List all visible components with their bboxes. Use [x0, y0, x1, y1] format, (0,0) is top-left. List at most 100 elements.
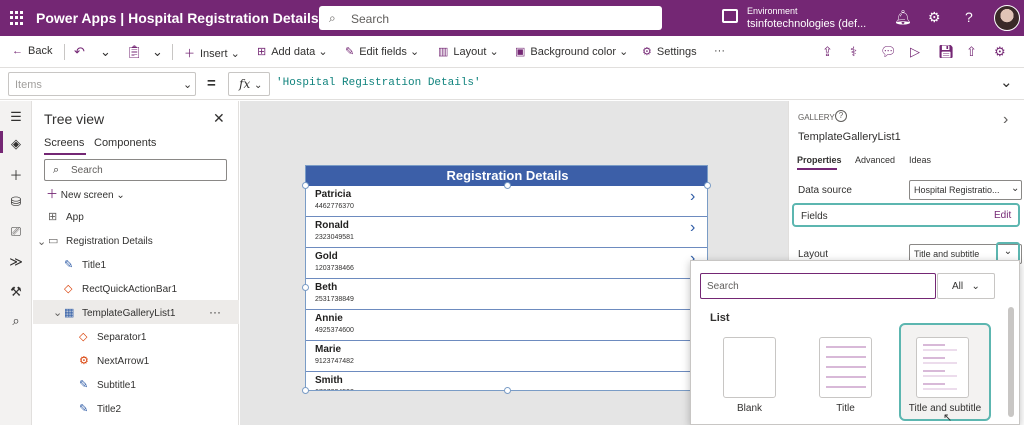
comment-icon[interactable]: 💬︎ [880, 44, 897, 60]
insert-icon[interactable]: ＋ [6, 165, 26, 184]
settings-button[interactable]: ⚙ Settings [642, 45, 697, 58]
property-dropdown[interactable]: Items ⌄ [8, 72, 196, 96]
image-icon: ▣ [515, 46, 526, 58]
publish-icon[interactable]: ⇧ [966, 44, 977, 60]
list-item[interactable]: Beth 2531738849 › [306, 279, 707, 310]
chevron-right-icon[interactable]: › [1003, 111, 1008, 129]
tab-ideas[interactable]: Ideas [909, 155, 931, 165]
tools-icon[interactable]: ⚒ [6, 284, 26, 300]
fields-edit-link[interactable]: Edit [994, 210, 1011, 221]
list-item[interactable]: Gold 1203738466 › [306, 248, 707, 279]
tree-item-screen[interactable]: Registration Details [66, 236, 153, 247]
data-source-dropdown[interactable]: Hospital Registratio... [909, 180, 1022, 200]
tab-properties[interactable]: Properties [797, 155, 842, 165]
media-icon[interactable]: ⎚ [6, 224, 26, 240]
list-item[interactable]: Ronald 2323049581 › [306, 217, 707, 248]
save-icon[interactable]: 💾︎ [938, 44, 955, 60]
tree-item-rect[interactable]: RectQuickActionBar1 [82, 284, 177, 295]
help-icon[interactable]: ? [835, 110, 847, 122]
plus-icon: ＋ [184, 48, 195, 60]
chevron-down-icon[interactable]: ⌄ [53, 306, 62, 319]
resize-handle[interactable] [302, 284, 309, 291]
list-item[interactable]: Annie 4925374600 › [306, 310, 707, 341]
tree-item-app[interactable]: App [66, 212, 84, 223]
layout-option-title[interactable] [819, 337, 872, 398]
tree-item-subtitle[interactable]: Subtitle1 [97, 380, 136, 391]
scrollbar[interactable] [1008, 307, 1014, 417]
background-color-label: Background color [530, 46, 617, 58]
undo-icon[interactable]: ↶ [74, 44, 85, 60]
chevron-down-icon[interactable]: ⌄ [100, 44, 111, 60]
tree-search-input[interactable]: ⌕ Search [44, 159, 227, 181]
layout-button[interactable]: ▥ Layout ⌄ [438, 45, 499, 58]
environment-name[interactable]: tsinfotechnologies (def... [747, 18, 866, 30]
layout-search-input[interactable]: Search [700, 273, 936, 299]
fields-row[interactable]: Fields Edit [792, 203, 1020, 227]
paste-icon[interactable]: 📋︎ [126, 44, 143, 60]
app-checker-icon[interactable]: ⚕ [850, 44, 857, 60]
divider [172, 44, 173, 60]
tab-components[interactable]: Components [94, 137, 156, 149]
app-settings-icon[interactable]: ⚙ [994, 44, 1006, 60]
row-subtitle: 1203738466 [315, 265, 354, 272]
list-item[interactable]: Patricia 4462776370 › [306, 186, 707, 217]
row-subtitle: 9123747482 [315, 358, 354, 365]
close-icon[interactable]: ✕ [213, 110, 225, 127]
avatar[interactable] [994, 5, 1020, 31]
edit-fields-button[interactable]: ✎ Edit fields ⌄ [345, 45, 419, 58]
layout-filter-dropdown[interactable]: All ⌄ [937, 273, 995, 299]
more-button[interactable]: ··· [714, 45, 725, 57]
play-icon[interactable]: ▷ [910, 44, 920, 60]
tree-item-more-button[interactable]: ··· [209, 305, 221, 319]
list-item[interactable]: Marie 9123747482 › [306, 341, 707, 372]
settings-label: Settings [656, 46, 697, 58]
share-icon[interactable]: ⇪ [822, 44, 833, 60]
plus-icon: ＋ [46, 187, 59, 201]
resize-handle[interactable] [704, 182, 711, 189]
layout-option-blank[interactable] [723, 337, 776, 398]
layout-search-placeholder: Search [707, 281, 739, 292]
layers-icon[interactable]: ◈ [6, 136, 26, 152]
tree-item-title2[interactable]: Title2 [97, 404, 121, 415]
resize-handle[interactable] [302, 387, 309, 394]
tab-screens[interactable]: Screens [44, 137, 84, 149]
table-icon: ⊞ [257, 46, 267, 58]
gallery-control[interactable]: Registration Details Patricia 4462776370… [305, 165, 708, 391]
resize-handle[interactable] [504, 182, 511, 189]
tree-item-nextarrow[interactable]: NextArrow1 [97, 356, 149, 367]
back-button[interactable]: ← Back [12, 45, 52, 57]
search-icon[interactable]: ⌕ [6, 313, 26, 329]
chevron-down-icon: ⌄ [254, 80, 263, 91]
tree-item-gallery[interactable]: TemplateGalleryList1 [82, 308, 175, 319]
resize-handle[interactable] [504, 387, 511, 394]
data-source-value: Hospital Registratio... [914, 185, 1000, 195]
tab-advanced[interactable]: Advanced [855, 155, 895, 165]
row-subtitle: 6767234592 [315, 389, 354, 390]
title-bar: Power Apps | Hospital Registration Detai… [0, 0, 1024, 36]
gear-icon[interactable]: ⚙ [928, 9, 941, 26]
chevron-right-icon[interactable]: › [690, 188, 695, 206]
tree-item-title1[interactable]: Title1 [82, 260, 106, 271]
bell-icon[interactable]: 🔔︎ [894, 9, 912, 26]
new-screen-button[interactable]: ＋ New screen ⌄ [46, 185, 125, 202]
background-color-button[interactable]: ▣ Background color ⌄ [515, 45, 628, 58]
chevron-down-icon[interactable]: ⌄ [152, 44, 163, 60]
help-icon[interactable]: ? [965, 9, 973, 25]
resize-handle[interactable] [302, 182, 309, 189]
data-icon[interactable]: ⛁ [6, 194, 26, 210]
insert-button[interactable]: ＋ Insert ⌄ [184, 45, 240, 61]
layout-label: Layout [453, 46, 487, 58]
formula-input[interactable]: 'Hospital Registration Details' [276, 77, 481, 89]
power-automate-icon[interactable]: ≫ [6, 254, 26, 270]
menu-icon[interactable]: ☰ [6, 109, 26, 125]
global-search-input[interactable]: ⌕ Search [319, 6, 662, 30]
chevron-down-icon[interactable]: ⌄ [37, 235, 46, 248]
tree-item-separator[interactable]: Separator1 [97, 332, 146, 343]
chevron-right-icon[interactable]: › [690, 219, 695, 237]
layout-option-title-and-subtitle[interactable] [916, 337, 969, 398]
app-launcher-icon[interactable] [10, 11, 24, 25]
fx-button[interactable]: fx ⌄ [228, 72, 270, 96]
add-data-button[interactable]: ⊞ Add data ⌄ [257, 45, 328, 58]
pen-icon: ✎ [345, 46, 355, 58]
expand-formula-icon[interactable]: ⌄ [1000, 73, 1013, 91]
